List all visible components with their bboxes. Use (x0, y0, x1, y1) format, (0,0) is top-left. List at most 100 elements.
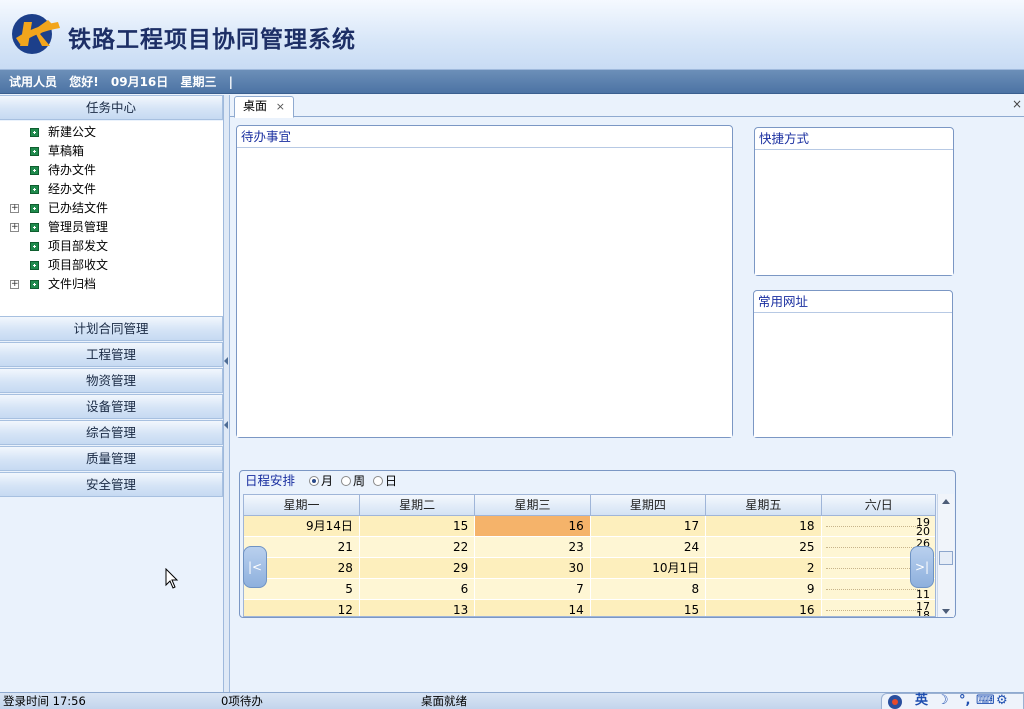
tree-item-drafts[interactable]: 草稿箱 (0, 142, 223, 161)
tree-item-archive[interactable]: + 文件归档 (0, 275, 223, 294)
schedule-header: 日程安排 月 周 日 (240, 471, 955, 493)
todo-portlet-body (237, 148, 732, 437)
accordion-safety[interactable]: 安全管理 (0, 472, 223, 497)
tree-item-pending[interactable]: 待办文件 (0, 161, 223, 180)
ime-keyboard-icon[interactable]: ⌨ (976, 693, 995, 709)
calendar-week-row: 21 22 23 24 25 26 (244, 536, 935, 558)
calendar-day-cell[interactable]: 13 (359, 599, 476, 616)
weekend-divider (825, 588, 920, 590)
tree-item-new-document[interactable]: 新建公文 (0, 123, 223, 142)
calendar-day-cell[interactable]: 16 (474, 515, 591, 537)
tree-item-handled[interactable]: 经办文件 (0, 180, 223, 199)
calendar-day-cell[interactable]: 24 (590, 536, 707, 558)
node-plus-icon (30, 242, 39, 251)
calendar-weekend-cell[interactable]: 19 20 (821, 515, 935, 538)
ime-punct-icon[interactable]: °, (959, 693, 970, 709)
accordion-quality[interactable]: 质量管理 (0, 446, 223, 471)
calendar-day-cell[interactable]: 14 (474, 599, 591, 616)
expand-icon[interactable]: + (10, 204, 19, 213)
tab-close-icon[interactable]: × (276, 97, 285, 116)
ime-moon-icon[interactable]: ☽ (937, 693, 949, 709)
calendar-day-cell[interactable]: 8 (590, 578, 707, 600)
calendar-day-cell[interactable]: 6 (359, 578, 476, 600)
ime-toolbar[interactable]: 英 ☽ °, ⌨ ⚙ (881, 693, 1024, 709)
tree-item-label: 项目部收文 (48, 258, 109, 272)
calendar-day-cell[interactable]: 15 (590, 599, 707, 616)
main-area: 桌面 × × 待办事宜 快捷方式 常用网址 日程安排 月 周 日 星期一 星期二… (229, 95, 1024, 692)
tree-item-label: 新建公文 (48, 125, 97, 139)
links-portlet-title: 常用网址 (754, 291, 952, 313)
accordion-task-center[interactable]: 任务中心 (0, 95, 223, 120)
todo-portlet: 待办事宜 (236, 125, 733, 438)
view-week-radio[interactable]: 周 (341, 471, 365, 491)
calendar-day-cell[interactable]: 2 (705, 557, 822, 579)
calendar-day-cell[interactable]: 9 (705, 578, 822, 600)
shortcuts-portlet: 快捷方式 (754, 127, 954, 276)
status-bar: 登录时间 17:56 0项待办 桌面就绪 英 ☽ °, ⌨ ⚙ (0, 692, 1024, 709)
ime-logo-icon[interactable] (885, 694, 907, 709)
tab-desktop[interactable]: 桌面 × (234, 96, 294, 118)
greeting: 您好! (69, 75, 99, 89)
app-logo-icon (12, 14, 60, 54)
tab-label: 桌面 (243, 99, 268, 113)
calendar-day-cell[interactable]: 23 (474, 536, 591, 558)
calendar-weekend-cell[interactable]: 17 18 (821, 599, 935, 616)
scroll-thumb[interactable] (939, 551, 953, 565)
links-portlet: 常用网址 (753, 290, 953, 438)
links-portlet-body (754, 313, 952, 437)
accordion-sections: 计划合同管理 工程管理 物资管理 设备管理 综合管理 质量管理 安全管理 (0, 316, 223, 498)
calendar-week-row: 28 29 30 10月1日 2 (244, 557, 935, 579)
node-plus-icon (30, 147, 39, 156)
calendar-day-cell[interactable]: 29 (359, 557, 476, 579)
ime-settings-icon[interactable]: ⚙ (996, 693, 1008, 709)
expand-icon[interactable]: + (10, 223, 19, 232)
calendar-day-cell[interactable]: 12 (244, 599, 360, 616)
calendar-day-cell[interactable]: 17 (590, 515, 707, 537)
tree-item-dept-incoming[interactable]: 项目部收文 (0, 256, 223, 275)
month-calendar: 星期一 星期二 星期三 星期四 星期五 六/日 9月14日 15 16 17 18 19 2… (243, 494, 936, 617)
calendar-day-cell[interactable]: 18 (705, 515, 822, 537)
calendar-day-cell[interactable]: 15 (359, 515, 476, 537)
accordion-engineering[interactable]: 工程管理 (0, 342, 223, 367)
calendar-day-cell[interactable]: 25 (705, 536, 822, 558)
sunday-date: 20 (916, 524, 930, 538)
collapse-arrow-icon[interactable] (224, 357, 228, 365)
mouse-pointer-icon (165, 568, 179, 589)
close-all-icon[interactable]: × (1012, 97, 1022, 111)
weekend-divider (825, 609, 920, 611)
tree-item-dept-outgoing[interactable]: 项目部发文 (0, 237, 223, 256)
view-day-radio[interactable]: 日 (373, 471, 397, 491)
radio-icon (341, 476, 351, 486)
accordion-plan-contract[interactable]: 计划合同管理 (0, 316, 223, 341)
view-month-radio[interactable]: 月 (309, 471, 333, 491)
next-month-button[interactable]: >| (910, 546, 934, 588)
calendar-day-cell[interactable]: 9月14日 (244, 515, 360, 537)
user-name: 试用人员 (9, 75, 58, 89)
accordion-equipment[interactable]: 设备管理 (0, 394, 223, 419)
calendar-day-cell[interactable]: 30 (474, 557, 591, 579)
calendar-scrollbar[interactable] (937, 494, 954, 617)
user-info-bar: 试用人员 您好! 09月16日 星期三 | (0, 70, 1024, 94)
ime-mode-label[interactable]: 英 (915, 693, 928, 709)
tree-item-admin[interactable]: + 管理员管理 (0, 218, 223, 237)
expand-icon[interactable]: + (10, 280, 19, 289)
calendar-day-cell[interactable]: 10月1日 (590, 557, 707, 579)
weekend-divider (825, 525, 920, 527)
app-title: 铁路工程项目协同管理系统 (68, 26, 356, 53)
todo-portlet-title: 待办事宜 (237, 126, 732, 148)
schedule-title: 日程安排 (245, 473, 296, 488)
scroll-down-icon[interactable] (942, 609, 950, 614)
shortcuts-portlet-body (755, 150, 953, 275)
calendar-day-cell[interactable]: 7 (474, 578, 591, 600)
calendar-day-cell[interactable]: 16 (705, 599, 822, 616)
accordion-materials[interactable]: 物资管理 (0, 368, 223, 393)
tree-item-completed[interactable]: + 已办结文件 (0, 199, 223, 218)
prev-month-button[interactable]: |< (243, 546, 267, 588)
collapse-arrow-icon[interactable] (224, 421, 228, 429)
accordion-general[interactable]: 综合管理 (0, 420, 223, 445)
shortcuts-portlet-title: 快捷方式 (755, 128, 953, 150)
sunday-date: 11 (916, 587, 930, 601)
calendar-day-cell[interactable]: 22 (359, 536, 476, 558)
scroll-up-icon[interactable] (942, 499, 950, 504)
radio-label: 日 (385, 474, 398, 488)
